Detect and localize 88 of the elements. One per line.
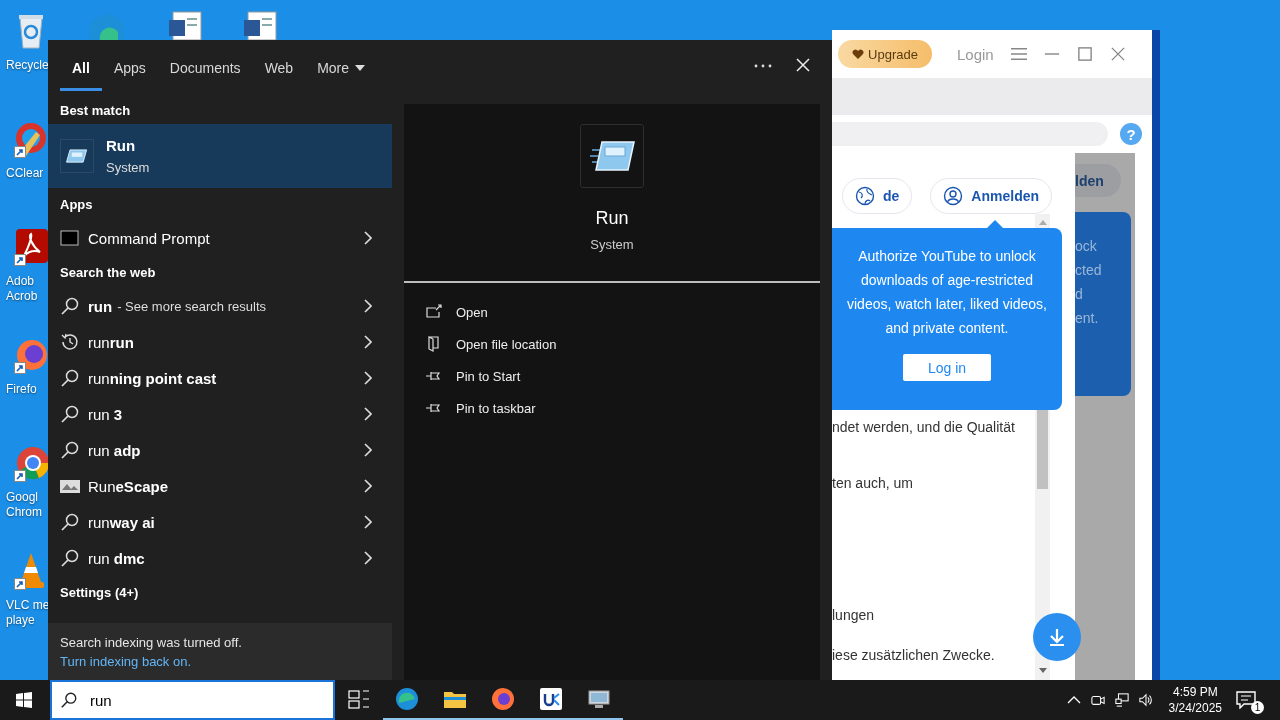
more-options-icon[interactable] xyxy=(754,64,772,68)
tab[interactable]: All xyxy=(60,40,102,91)
volume-icon[interactable] xyxy=(1138,693,1153,707)
chevron-icon xyxy=(364,371,372,385)
section-header: Search the web xyxy=(59,263,157,282)
action-item[interactable]: Open xyxy=(426,296,820,328)
chevron-icon xyxy=(364,551,372,565)
card-text: cted xyxy=(1075,261,1103,280)
user-icon xyxy=(943,186,964,206)
tab[interactable]: Apps xyxy=(101,40,158,91)
body-text: ndet werden, und die Qualität xyxy=(832,418,1016,437)
notification-badge: 1 xyxy=(1251,701,1264,714)
section-header: Apps xyxy=(59,195,94,214)
tab[interactable]: Web xyxy=(252,40,306,91)
search-result[interactable]: runrun xyxy=(48,324,392,360)
result-subtitle: System xyxy=(106,160,150,175)
search-result[interactable]: run dmc xyxy=(48,540,392,576)
search-icon xyxy=(60,440,80,460)
search-icon xyxy=(60,404,80,424)
sign-in-button[interactable]: Anmelden xyxy=(930,178,1053,214)
search-icon xyxy=(60,296,80,316)
body-text: lungen xyxy=(832,606,876,625)
chevron-icon xyxy=(364,515,372,529)
icon-label: Recycle xyxy=(5,58,48,73)
card-text: ock xyxy=(1075,237,1098,256)
best-match-item[interactable]: Run System xyxy=(48,124,392,188)
icon-label: VLC me playe xyxy=(5,598,48,628)
console-icon xyxy=(60,228,80,248)
preview-title: Run xyxy=(595,208,629,229)
search-icon xyxy=(60,512,80,532)
chevron-icon xyxy=(364,443,372,457)
search-result[interactable]: running point cast xyxy=(48,360,392,396)
language-button[interactable]: de xyxy=(842,178,913,214)
icon-label: Googl Chrom xyxy=(5,490,43,520)
url-field[interactable] xyxy=(832,122,1108,146)
caret-icon xyxy=(355,65,366,71)
tooltip-text: Authorize YouTube to unlock downloads of age-restricted videos, watch later, liked videos, and private content. xyxy=(847,247,1047,338)
search-result[interactable]: run adp xyxy=(48,432,392,468)
action-item[interactable]: Pin to Start xyxy=(426,360,820,392)
heart-icon xyxy=(852,48,865,60)
search-result[interactable]: Command Prompt xyxy=(48,220,392,256)
search-icon xyxy=(60,368,80,388)
chevron-icon xyxy=(364,231,372,245)
maximize-icon[interactable] xyxy=(1076,47,1093,61)
network-icon[interactable] xyxy=(1114,693,1129,707)
globe-icon xyxy=(855,186,875,206)
history-icon xyxy=(60,332,80,352)
time-text[interactable]: 4:59 PM xyxy=(1172,684,1218,700)
action-item[interactable]: Pin to taskbar xyxy=(426,392,820,424)
card-text: ent. xyxy=(1075,309,1100,328)
search-icon xyxy=(60,691,78,709)
section-header: Best match xyxy=(59,101,132,120)
notification-icon[interactable] xyxy=(1236,691,1256,709)
chevron-icon xyxy=(364,299,372,313)
search-field[interactable]: run xyxy=(50,680,335,720)
body-text: ten auch, um xyxy=(832,474,914,493)
pdf-app-icon[interactable] xyxy=(14,226,48,266)
body-text: iese zusätzlichen Zwecke. xyxy=(832,646,996,665)
section-header: Settings (4+) xyxy=(59,583,140,602)
date-text[interactable]: 3/24/2025 xyxy=(1168,700,1222,716)
camera-icon[interactable] xyxy=(1090,693,1105,707)
scroll-down-icon[interactable] xyxy=(1038,668,1047,674)
icon-label: Firefo xyxy=(5,382,38,397)
chevron-icon xyxy=(364,407,372,421)
search-result[interactable]: RuneScape xyxy=(48,468,392,504)
icon-label: Adob Acrob xyxy=(5,274,39,304)
result-title: Run xyxy=(106,137,137,154)
search-icon xyxy=(60,548,80,568)
tab[interactable]: Documents xyxy=(157,40,253,91)
upgrade-button[interactable]: Upgrade xyxy=(838,40,932,68)
run-app-icon xyxy=(580,124,644,188)
more-dropdown[interactable]: More xyxy=(305,40,378,91)
indexing-link[interactable]: Turn indexing back on. xyxy=(60,653,392,669)
open-icon xyxy=(426,304,442,320)
folder-icon xyxy=(426,336,442,352)
preview-subtitle: System xyxy=(590,237,634,252)
menu-icon[interactable] xyxy=(1010,47,1027,61)
action-item[interactable]: Open file location xyxy=(426,328,820,360)
chevron-icon xyxy=(364,335,372,349)
indexing-notice: Search indexing was turned off. xyxy=(60,634,243,650)
search-result[interactable]: run 3 xyxy=(48,396,392,432)
search-result[interactable]: run - See more search results xyxy=(48,288,392,324)
log-in-button[interactable]: Log in xyxy=(903,354,991,381)
sign-in-button[interactable]: lden xyxy=(1075,164,1121,197)
chevron-icon xyxy=(364,479,372,493)
card-text: d xyxy=(1075,285,1084,304)
icon-label: CClear xyxy=(5,166,45,181)
search-result[interactable]: runway ai xyxy=(48,504,392,540)
